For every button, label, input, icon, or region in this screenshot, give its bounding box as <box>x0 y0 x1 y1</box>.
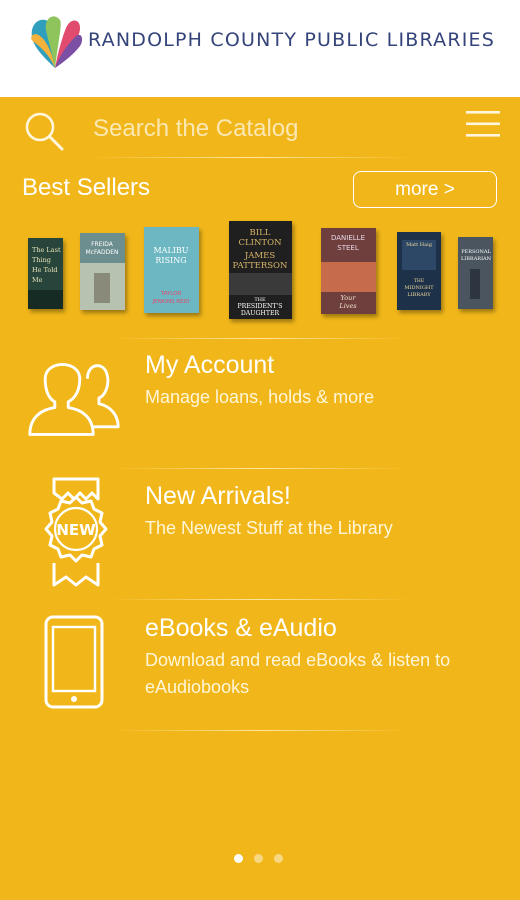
search-input[interactable]: Search the Catalog <box>93 115 298 143</box>
divider <box>110 730 410 731</box>
svg-text:FREIDA: FREIDA <box>91 241 114 248</box>
my-account-item[interactable]: My Account Manage loans, holds & more <box>0 340 520 465</box>
users-icon <box>28 363 120 436</box>
svg-text:Me: Me <box>32 276 43 284</box>
new-badge-icon: NEW <box>44 477 108 587</box>
new-arrivals-item[interactable]: NEW New Arrivals! The Newest Stuff at th… <box>0 471 520 596</box>
svg-text:The Last: The Last <box>32 246 61 254</box>
svg-text:PRESIDENT'S: PRESIDENT'S <box>238 303 283 310</box>
logo-text: RANDOLPH COUNTY PUBLIC LIBRARIES <box>88 29 496 51</box>
search-bar[interactable]: Search the Catalog <box>0 97 520 159</box>
svg-text:PATTERSON: PATTERSON <box>233 261 289 271</box>
svg-text:BILL: BILL <box>250 228 271 238</box>
svg-text:MIDNIGHT: MIDNIGHT <box>404 285 434 291</box>
search-icon[interactable] <box>22 109 66 153</box>
page-dot[interactable] <box>274 854 283 863</box>
ebooks-eaudio-title: eBooks & eAudio <box>145 614 337 642</box>
svg-text:CLINTON: CLINTON <box>238 238 282 248</box>
book-cover[interactable]: MALIBU RISING TAYLOR JENKINS REID <box>144 227 199 313</box>
book-cover[interactable]: FREIDA McFADDEN <box>80 233 125 310</box>
svg-text:RISING: RISING <box>155 256 186 265</box>
svg-text:STEEL: STEEL <box>337 244 359 252</box>
svg-text:LIBRARY: LIBRARY <box>407 292 431 298</box>
svg-text:Matt Haig: Matt Haig <box>406 242 433 248</box>
page-dot-active[interactable] <box>234 854 243 863</box>
book-cover[interactable]: DANIELLE STEEL Your Lives <box>321 228 376 314</box>
svg-text:DANIELLE: DANIELLE <box>331 234 365 242</box>
page-dot[interactable] <box>254 854 263 863</box>
best-sellers-title: Best Sellers <box>22 174 151 201</box>
svg-text:Your: Your <box>341 294 357 302</box>
library-logo-icon <box>31 16 83 69</box>
svg-text:LIBRARIAN: LIBRARIAN <box>461 256 492 262</box>
divider <box>86 157 416 158</box>
tablet-icon <box>44 615 104 709</box>
svg-text:Thing: Thing <box>32 256 51 264</box>
svg-text:PERSONAL: PERSONAL <box>461 249 491 255</box>
book-cover[interactable]: Matt Haig THE MIDNIGHT LIBRARY <box>397 232 441 310</box>
book-cover[interactable]: PERSONAL LIBRARIAN <box>458 237 493 309</box>
svg-text:He Told: He Told <box>32 266 58 274</box>
svg-text:McFADDEN: McFADDEN <box>86 249 119 256</box>
new-arrivals-title: New Arrivals! <box>145 482 291 510</box>
ebooks-eaudio-desc: Download and read eBooks & listen to eAu… <box>145 650 451 697</box>
divider <box>110 599 410 600</box>
divider <box>110 338 410 339</box>
svg-text:JENKINS REID: JENKINS REID <box>152 299 190 305</box>
svg-text:DAUGHTER: DAUGHTER <box>241 310 280 317</box>
svg-text:THE: THE <box>414 278 424 284</box>
hamburger-menu-icon[interactable] <box>464 109 502 139</box>
svg-text:TAYLOR: TAYLOR <box>160 291 182 297</box>
new-arrivals-desc: The Newest Stuff at the Library <box>145 518 393 538</box>
app-header: RANDOLPH COUNTY PUBLIC LIBRARIES <box>0 0 520 97</box>
new-badge-text: NEW <box>56 521 96 539</box>
book-cover[interactable]: BILL CLINTON JAMES PATTERSON THE PRESIDE… <box>229 221 292 319</box>
my-account-title: My Account <box>145 351 275 379</box>
page-indicator[interactable] <box>234 854 283 863</box>
ebooks-eaudio-item[interactable]: eBooks & eAudio Download and read eBooks… <box>0 603 520 728</box>
my-account-desc: Manage loans, holds & more <box>145 387 375 407</box>
svg-text:MALIBU: MALIBU <box>153 246 188 255</box>
main-content: Search the Catalog Best Sellers more > T… <box>0 97 520 900</box>
book-cover[interactable]: The Last Thing He Told Me <box>28 238 63 309</box>
svg-text:JAMES: JAMES <box>244 251 275 261</box>
divider <box>110 468 410 469</box>
more-button[interactable]: more > <box>353 171 497 208</box>
svg-text:Lives: Lives <box>338 302 357 310</box>
